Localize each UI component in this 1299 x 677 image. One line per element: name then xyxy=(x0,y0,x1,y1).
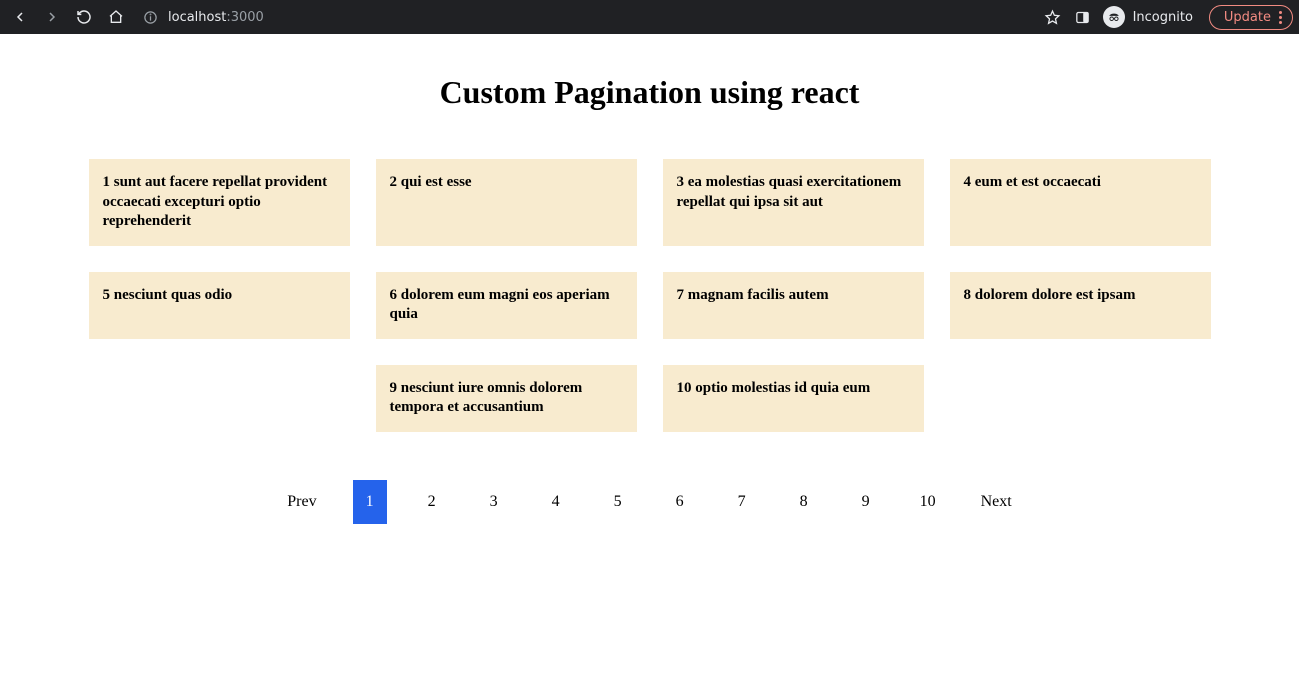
card-grid: 1 sunt aut facere repellat provident occ… xyxy=(60,159,1240,432)
pagination-page[interactable]: 5 xyxy=(601,480,635,524)
card: 8 dolorem dolore est ipsam xyxy=(950,272,1211,339)
card: 10 optio molestias id quia eum xyxy=(663,365,924,432)
card: 4 eum et est occaecati xyxy=(950,159,1211,246)
site-info-icon[interactable] xyxy=(140,7,160,27)
incognito-label: Incognito xyxy=(1133,10,1193,25)
pagination-page[interactable]: 7 xyxy=(725,480,759,524)
card: 2 qui est esse xyxy=(376,159,637,246)
pagination-page[interactable]: 8 xyxy=(787,480,821,524)
pagination-page[interactable]: 4 xyxy=(539,480,573,524)
card: 9 nesciunt iure omnis dolorem tempora et… xyxy=(376,365,637,432)
url-port: :3000 xyxy=(226,10,263,25)
card: 3 ea molestias quasi exercitationem repe… xyxy=(663,159,924,246)
bookmark-icon[interactable] xyxy=(1043,7,1063,27)
back-button[interactable] xyxy=(6,3,34,31)
url-host: localhost xyxy=(168,10,226,25)
panel-icon[interactable] xyxy=(1073,7,1093,27)
pagination: Prev 123456789 10 Next xyxy=(279,480,1019,524)
pagination-page[interactable]: 6 xyxy=(663,480,697,524)
page-title: Custom Pagination using react xyxy=(0,74,1299,111)
card: 5 nesciunt quas odio xyxy=(89,272,350,339)
pagination-wrap: Prev 123456789 10 Next xyxy=(0,480,1299,524)
card: 7 magnam facilis autem xyxy=(663,272,924,339)
forward-button[interactable] xyxy=(38,3,66,31)
update-label: Update xyxy=(1224,10,1271,25)
pagination-next[interactable]: Next xyxy=(973,480,1020,524)
more-icon xyxy=(1279,11,1282,24)
browser-chrome: localhost:3000 Incognito Update xyxy=(0,0,1299,34)
card: 1 sunt aut facere repellat provident occ… xyxy=(89,159,350,246)
page-content: Custom Pagination using react 1 sunt aut… xyxy=(0,34,1299,524)
address-bar[interactable]: localhost:3000 xyxy=(140,7,264,27)
home-button[interactable] xyxy=(102,3,130,31)
pagination-page[interactable]: 2 xyxy=(415,480,449,524)
pagination-page[interactable]: 1 xyxy=(353,480,387,524)
pagination-page[interactable]: 3 xyxy=(477,480,511,524)
incognito-indicator: Incognito xyxy=(1103,6,1193,28)
update-button[interactable]: Update xyxy=(1209,5,1293,30)
card: 6 dolorem eum magni eos aperiam quia xyxy=(376,272,637,339)
reload-button[interactable] xyxy=(70,3,98,31)
pagination-page[interactable]: 9 xyxy=(849,480,883,524)
pagination-page[interactable]: 10 xyxy=(911,480,945,524)
incognito-icon xyxy=(1103,6,1125,28)
pagination-prev[interactable]: Prev xyxy=(279,480,324,524)
